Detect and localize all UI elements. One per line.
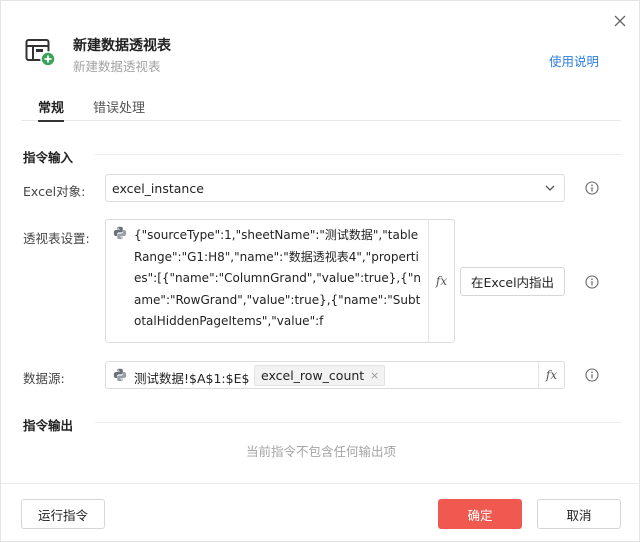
- run-command-button[interactable]: 运行指令: [21, 499, 105, 529]
- dialog-subtitle: 新建数据透视表: [73, 59, 161, 74]
- chevron-down-icon: [545, 185, 555, 191]
- cancel-button[interactable]: 取消: [537, 499, 621, 529]
- python-icon: [113, 226, 127, 240]
- pivot-settings-fx-button[interactable]: fx: [428, 220, 454, 342]
- dialog-title: 新建数据透视表: [73, 38, 171, 54]
- output-section-divider: [95, 422, 621, 423]
- input-section-title: 指令输入: [23, 150, 74, 165]
- input-section-divider: [95, 154, 621, 155]
- new-pivot-table-dialog: 新建数据透视表 新建数据透视表 使用说明 常规 错误处理 指令输入 Excel对…: [0, 0, 640, 542]
- point-in-excel-button[interactable]: 在Excel内指出: [460, 267, 565, 296]
- pivot-settings-input[interactable]: {"sourceType":1,"sheetName":"测试数据","tabl…: [105, 219, 455, 343]
- pivot-settings-label: 透视表设置:: [23, 231, 90, 246]
- data-source-info-icon[interactable]: [585, 368, 599, 382]
- data-source-text: 测试数据!$A$1:$E$: [134, 371, 250, 386]
- output-section-title: 指令输出: [23, 418, 74, 433]
- variable-chip[interactable]: excel_row_count ×: [254, 365, 386, 386]
- chip-remove-icon[interactable]: ×: [370, 366, 379, 385]
- pivot-settings-value: {"sourceType":1,"sheetName":"测试数据","tabl…: [134, 228, 421, 329]
- fx-icon: fx: [435, 274, 448, 288]
- footer-divider: [1, 483, 640, 484]
- python-icon: [113, 368, 127, 382]
- close-icon: [614, 15, 626, 27]
- tab-error-handling[interactable]: 错误处理: [93, 97, 145, 121]
- pivot-settings-info-icon[interactable]: [585, 275, 599, 289]
- tab-general[interactable]: 常规: [38, 97, 65, 122]
- close-button[interactable]: [609, 10, 631, 32]
- data-source-fx-button[interactable]: fx: [538, 362, 564, 388]
- help-link[interactable]: 使用说明: [549, 51, 599, 70]
- output-empty-text: 当前指令不包含任何输出项: [245, 444, 396, 459]
- tab-bar: 常规 错误处理: [21, 97, 621, 122]
- fx-icon: fx: [545, 368, 558, 382]
- data-source-label: 数据源:: [23, 371, 65, 386]
- excel-object-label: Excel对象:: [23, 184, 86, 199]
- pivot-table-add-icon: [25, 39, 56, 67]
- confirm-button[interactable]: 确定: [438, 499, 522, 529]
- variable-chip-label: excel_row_count: [261, 368, 365, 383]
- excel-object-info-icon[interactable]: [585, 181, 599, 195]
- excel-object-value: excel_instance: [112, 181, 204, 196]
- data-source-input[interactable]: 测试数据!$A$1:$E$ excel_row_count × fx: [105, 361, 565, 389]
- excel-object-select[interactable]: excel_instance: [105, 174, 565, 202]
